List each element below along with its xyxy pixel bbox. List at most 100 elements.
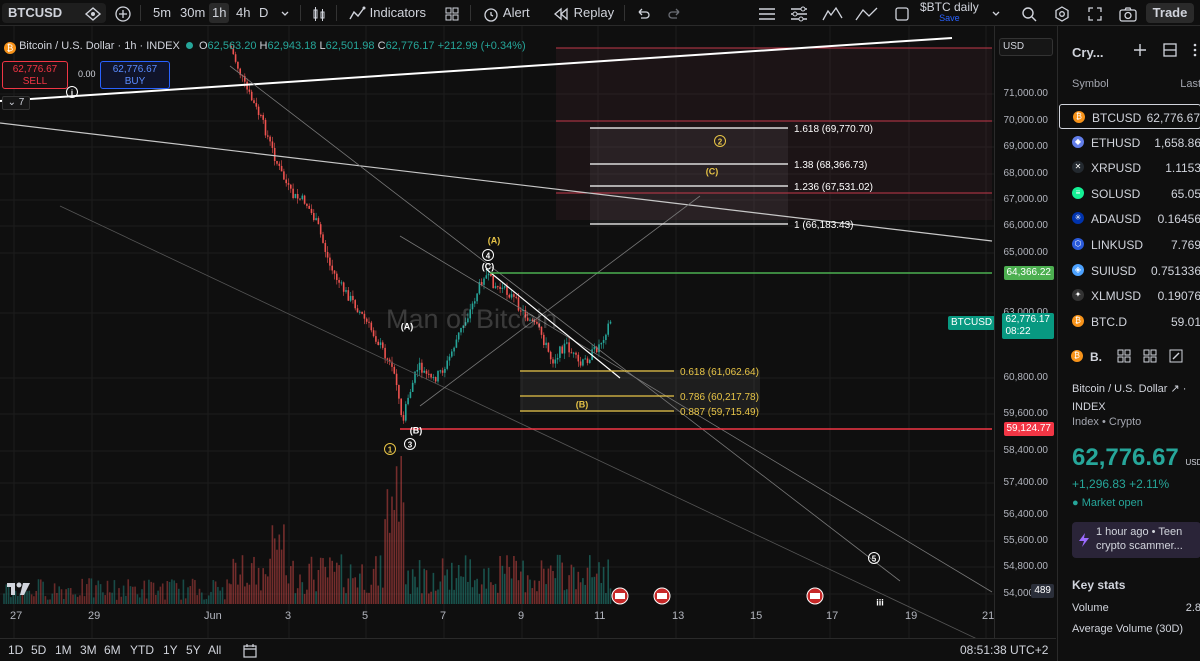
timeframe-1h[interactable]: 1h (209, 3, 230, 23)
watchlist-row[interactable]: ◆ ETHUSD 1,658.86 (1059, 130, 1200, 155)
indicators-collapse-button[interactable]: ⌄ 7 (2, 96, 30, 110)
replay-button[interactable]: Replay (552, 3, 614, 23)
elliott-wave-label[interactable]: 4 (486, 252, 491, 261)
range-button-3m[interactable]: 3M (80, 643, 97, 657)
watchlist-row[interactable]: ✕ XRPUSD 1.1153 (1059, 155, 1200, 180)
undo-icon[interactable] (634, 3, 652, 23)
elliott-wave-label[interactable]: iii (876, 598, 884, 608)
watchlist-row[interactable]: ≡ SOLUSD 65.05 (1059, 181, 1200, 206)
legend-close: 62,776.17 (385, 40, 435, 52)
timeframe-4h[interactable]: 4h (236, 3, 250, 23)
range-button-ytd[interactable]: YTD (130, 643, 154, 657)
range-button-1m[interactable]: 1M (55, 643, 72, 657)
chart-pane[interactable]: 1.618 (69,770.70) 1.38 (68,366.73) 1.236 (… (0, 26, 1056, 638)
price-tick-label: 58,400.00 (1003, 445, 1049, 456)
clock-timezone[interactable]: 08:51:38 UTC+2 (960, 643, 1048, 657)
quick-search-icon[interactable] (1020, 3, 1038, 23)
elliott-wave-label[interactable]: (B) (576, 400, 589, 410)
layout-toggle-icon[interactable] (893, 3, 911, 23)
watchlist-symbol: LINKUSD (1091, 238, 1144, 252)
sui-icon: ◈ (1072, 263, 1084, 276)
layout-dropdown-icon[interactable] (990, 3, 1002, 23)
buy-button[interactable]: 62,776.67 BUY (100, 61, 170, 89)
indicators-button[interactable]: Indicators (348, 3, 426, 23)
range-button-6m[interactable]: 6M (104, 643, 121, 657)
watchlist-row[interactable]: ✳ ADAUSD 0.16456 (1059, 206, 1200, 231)
range-button-1y[interactable]: 1Y (163, 643, 178, 657)
range-button-1d[interactable]: 1D (8, 643, 23, 657)
timeframe-5m[interactable]: 5m (153, 3, 171, 23)
stellar-icon: ✦ (1072, 289, 1084, 302)
range-button-5y[interactable]: 5Y (186, 643, 201, 657)
detail-change: +1,296.83 +2.11% (1072, 477, 1169, 491)
elliott-wave-label[interactable]: i (71, 89, 73, 98)
alert-grid-icon[interactable] (1142, 348, 1158, 364)
elliott-wave-label[interactable]: (C) (706, 167, 719, 177)
currency-selector[interactable]: USD (999, 38, 1053, 56)
more-options-icon[interactable] (1190, 42, 1200, 58)
add-symbol-icon[interactable] (114, 3, 132, 23)
range-button-5d[interactable]: 5D (31, 643, 46, 657)
watchlist-column-header: Symbol Last (1072, 78, 1200, 92)
legend-title: Bitcoin / U.S. Dollar · 1h · INDEX (19, 40, 180, 52)
more-dots-icon[interactable]: · (1183, 383, 1187, 395)
layout-name[interactable]: $BTC daily Save (920, 0, 979, 23)
date-range-calendar-icon[interactable] (242, 643, 258, 661)
time-tick-label: 9 (518, 610, 525, 622)
detail-symbol-name[interactable]: B. (1090, 350, 1102, 364)
time-tick-label: 3 (285, 610, 292, 622)
channel-line-3 (59, 205, 976, 638)
timeframe-30m[interactable]: 30m (180, 3, 205, 23)
drawings-list-icon[interactable] (757, 3, 777, 23)
elliott-wave-label[interactable]: 1 (388, 446, 393, 455)
elliott-wave-label[interactable]: (C) (482, 262, 495, 272)
fib-level-label: 1.618 (69,770.70) (794, 124, 873, 135)
elliott-wave-icon[interactable] (822, 3, 844, 23)
elliott-wave-label[interactable]: (A) (488, 236, 501, 246)
fib-level-label: 1.38 (68,366.73) (794, 160, 867, 171)
elliott-wave-label[interactable]: 2 (718, 138, 723, 147)
col-last[interactable]: Last (1180, 78, 1200, 90)
external-link-icon[interactable]: ↗ (1170, 383, 1179, 395)
watchlist-row[interactable]: ₿ BTCUSD 62,776.67 (1059, 104, 1200, 129)
elliott-wave-label[interactable]: 3 (408, 441, 413, 450)
watchlist-row[interactable]: ₿ BTC.D 59.01 (1059, 309, 1200, 334)
watchlist-row[interactable]: ⬡ LINKUSD 7.769 (1059, 232, 1200, 257)
range-button-all[interactable]: All (208, 643, 221, 657)
settings-gear-icon[interactable] (1053, 3, 1071, 23)
edit-pencil-icon[interactable] (1168, 348, 1184, 364)
watchlist-title[interactable]: Cry... (1072, 45, 1104, 60)
chart-type-candles-icon[interactable] (310, 3, 328, 23)
compare-icon[interactable] (84, 3, 102, 23)
layout-save-link[interactable]: Save (920, 13, 979, 23)
news-headline-card[interactable]: 1 hour ago • Teen crypto scammer... (1072, 522, 1200, 558)
alert-button[interactable]: Alert (482, 3, 530, 23)
grid-view-icon[interactable] (1116, 348, 1132, 364)
price-tick-label: 67,000.00 (1003, 194, 1049, 205)
fullscreen-icon[interactable] (1086, 3, 1104, 23)
bottom-toolbar: 1D 5D 1M 3M 6M YTD 1Y 5Y All 08:51:38 UTC+2 (0, 638, 1056, 661)
hidden-indicator-count: 7 (18, 97, 25, 108)
abc-wave-icon[interactable] (855, 3, 881, 23)
watchlist-layout-icon[interactable] (1162, 42, 1178, 58)
symbol-description: Bitcoin / U.S. Dollar ↗ · INDEX (1072, 380, 1200, 416)
elliott-wave-label[interactable]: (B) (410, 426, 423, 436)
layout-title: $BTC daily (920, 0, 979, 14)
col-symbol[interactable]: Symbol (1072, 78, 1109, 90)
camera-snapshot-icon[interactable] (1118, 3, 1138, 23)
tradingview-logo-icon[interactable] (6, 579, 32, 599)
add-symbol-icon[interactable] (1132, 42, 1148, 58)
watchlist-row[interactable]: ◈ SUIUSD 0.751336 (1059, 258, 1200, 283)
timeframe-d[interactable]: D (259, 3, 268, 23)
timeframe-dropdown-icon[interactable] (279, 3, 291, 23)
symbol-full-name[interactable]: Bitcoin / U.S. Dollar (1072, 383, 1167, 395)
layouts-grid-icon[interactable] (443, 3, 461, 23)
elliott-wave-label[interactable]: 5 (872, 555, 877, 564)
watchlist-row[interactable]: ✦ XLMUSD 0.19076 (1059, 283, 1200, 308)
legend-low: 62,501.98 (325, 40, 375, 52)
object-tree-icon[interactable] (789, 3, 809, 23)
redo-icon[interactable] (666, 3, 684, 23)
price-scale[interactable]: USD 71,000.00 70,000.00 69,000.00 68,000.00… (994, 26, 1056, 638)
trade-button[interactable]: Trade (1146, 3, 1194, 23)
sell-button[interactable]: 62,776.67 SELL (2, 61, 68, 89)
